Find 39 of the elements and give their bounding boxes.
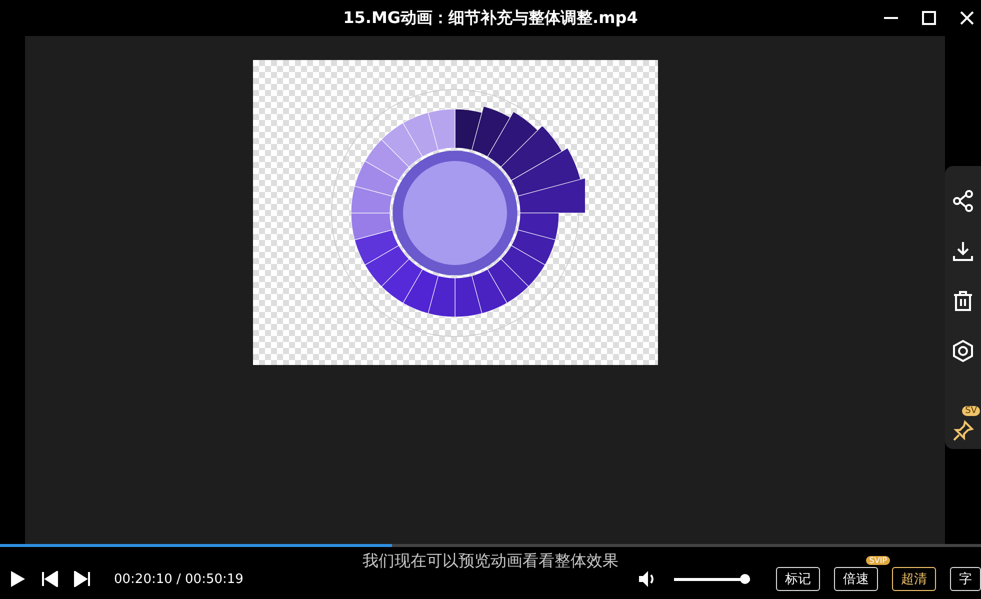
playback-time: 00:20:10 / 00:50:19: [114, 572, 244, 586]
ring-segment: [454, 108, 482, 150]
trash-icon[interactable]: [952, 290, 974, 312]
ring-segment: [428, 108, 456, 150]
ring-segment: [364, 138, 410, 180]
ring-segment: [350, 185, 392, 213]
share-icon[interactable]: [952, 190, 974, 212]
ring-segment: [402, 112, 438, 156]
ring-segment: [472, 268, 508, 314]
ring-segment: [354, 229, 399, 265]
ring-segment: [454, 275, 482, 317]
pin-icon[interactable]: [952, 420, 974, 442]
ring-segment: [511, 229, 556, 265]
previous-icon[interactable]: [42, 571, 58, 587]
player-button[interactable]: 倍速: [834, 567, 878, 591]
progress-track[interactable]: [0, 544, 981, 547]
ring-segment: [500, 244, 546, 286]
ring-segment: [350, 212, 392, 240]
ring-segment: [428, 275, 456, 317]
next-icon[interactable]: [74, 571, 90, 587]
ring-segment: [487, 258, 529, 303]
svip-badge: SVIP: [866, 556, 890, 565]
download-icon[interactable]: [952, 240, 974, 262]
svip-badge: SV: [962, 406, 980, 416]
player-button[interactable]: 超清: [892, 567, 936, 591]
player-button[interactable]: 标记: [776, 567, 820, 591]
ring-segment: [354, 160, 399, 196]
close-icon[interactable]: [959, 10, 975, 26]
play-icon[interactable]: [10, 570, 26, 588]
player-button[interactable]: 字: [950, 567, 981, 591]
video-title: 15.MG动画：细节补充与整体调整.mp4: [343, 8, 638, 28]
ring-segment: [487, 110, 538, 167]
ring-icon[interactable]: [952, 340, 974, 362]
ring-segment: [381, 258, 423, 303]
ring-segment: [364, 244, 410, 286]
ring-segment: [381, 122, 423, 167]
maximize-icon[interactable]: [921, 10, 937, 26]
subtitle: 我们现在可以预览动画看看整体效果: [362, 551, 618, 570]
ring-segment: [402, 268, 438, 314]
